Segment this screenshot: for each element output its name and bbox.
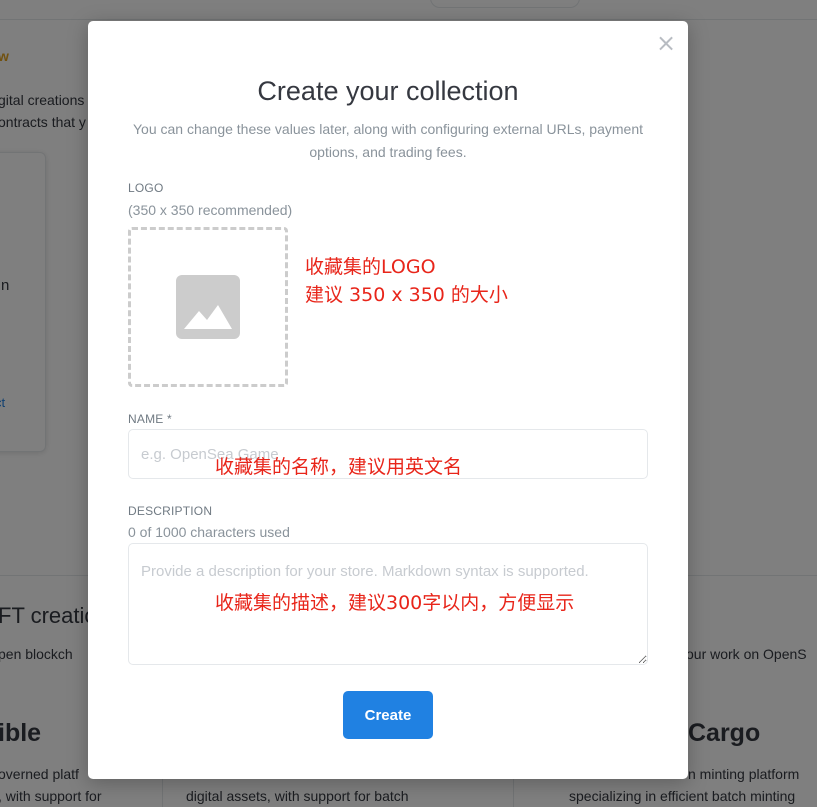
modal-title: Create your collection xyxy=(257,76,519,106)
description-label: DESCRIPTION xyxy=(128,504,213,518)
create-button[interactable]: Create xyxy=(343,691,433,739)
name-label: NAME * xyxy=(128,412,172,426)
name-input[interactable] xyxy=(128,429,648,479)
logo-upload-dropzone[interactable] xyxy=(128,227,288,387)
modal-subtitle: You can change these values later, along… xyxy=(132,121,644,160)
create-collection-modal: × Create your collection You can change … xyxy=(88,21,688,779)
image-placeholder-icon xyxy=(176,275,240,339)
description-textarea[interactable] xyxy=(128,543,648,665)
description-counter: 0 of 1000 characters used xyxy=(128,524,290,540)
close-icon[interactable]: × xyxy=(655,31,677,55)
logo-hint: (350 x 350 recommended) xyxy=(128,202,293,218)
logo-label: LOGO xyxy=(128,181,164,195)
